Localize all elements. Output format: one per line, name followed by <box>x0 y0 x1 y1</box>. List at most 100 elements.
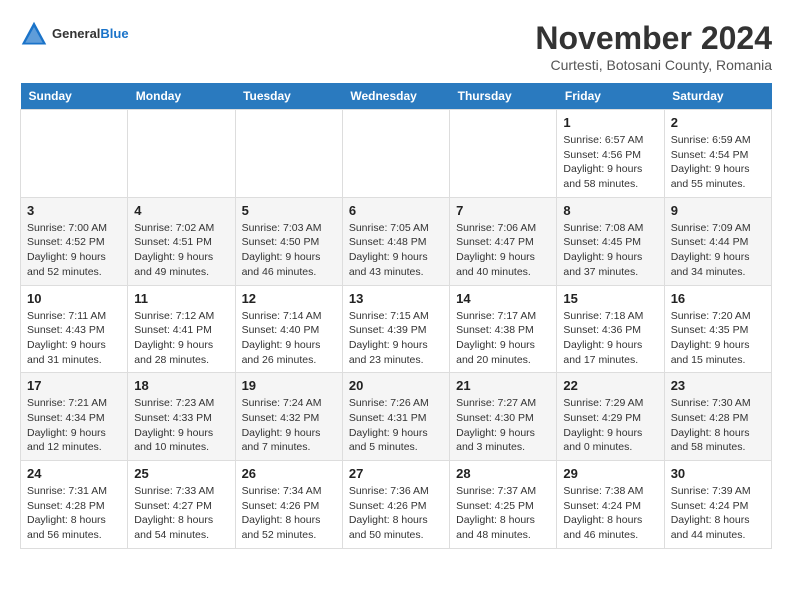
weekday-header: Sunday <box>21 83 128 110</box>
cell-date-number: 11 <box>134 291 228 306</box>
calendar-cell: 20 Sunrise: 7:26 AM Sunset: 4:31 PM Dayli… <box>342 373 449 461</box>
calendar-cell: 11 Sunrise: 7:12 AM Sunset: 4:41 PM Dayli… <box>128 285 235 373</box>
cell-day-info: Sunrise: 7:17 AM Sunset: 4:38 PM Dayligh… <box>456 309 550 368</box>
weekday-header: Thursday <box>450 83 557 110</box>
cell-date-number: 25 <box>134 466 228 481</box>
calendar-cell: 2Sunrise: 6:59 AM Sunset: 4:54 PM Daylig… <box>664 110 771 198</box>
calendar-cell <box>21 110 128 198</box>
cell-date-number: 30 <box>671 466 765 481</box>
cell-day-info: Sunrise: 7:38 AM Sunset: 4:24 PM Dayligh… <box>563 484 657 543</box>
calendar-cell <box>235 110 342 198</box>
cell-day-info: Sunrise: 7:06 AM Sunset: 4:47 PM Dayligh… <box>456 221 550 280</box>
cell-date-number: 3 <box>27 203 121 218</box>
calendar-cell <box>128 110 235 198</box>
calendar-week-row: 24 Sunrise: 7:31 AM Sunset: 4:28 PM Dayli… <box>21 461 772 549</box>
cell-date-number: 8 <box>563 203 657 218</box>
cell-day-info: Sunrise: 7:37 AM Sunset: 4:25 PM Dayligh… <box>456 484 550 543</box>
cell-date-number: 9 <box>671 203 765 218</box>
calendar-cell: 27 Sunrise: 7:36 AM Sunset: 4:26 PM Dayli… <box>342 461 449 549</box>
page-header: GeneralBlue November 2024 Curtesti, Boto… <box>20 20 772 73</box>
cell-day-info: Sunrise: 7:15 AM Sunset: 4:39 PM Dayligh… <box>349 309 443 368</box>
cell-date-number: 29 <box>563 466 657 481</box>
title-section: November 2024 Curtesti, Botosani County,… <box>535 20 772 73</box>
month-title: November 2024 <box>535 20 772 57</box>
calendar-header-row: SundayMondayTuesdayWednesdayThursdayFrid… <box>21 83 772 110</box>
cell-day-info: Sunrise: 7:36 AM Sunset: 4:26 PM Dayligh… <box>349 484 443 543</box>
calendar-cell: 19 Sunrise: 7:24 AM Sunset: 4:32 PM Dayli… <box>235 373 342 461</box>
calendar-cell: 9 Sunrise: 7:09 AM Sunset: 4:44 PM Daylig… <box>664 197 771 285</box>
cell-date-number: 2 <box>671 115 765 130</box>
cell-date-number: 16 <box>671 291 765 306</box>
cell-day-info: Sunrise: 7:12 AM Sunset: 4:41 PM Dayligh… <box>134 309 228 368</box>
calendar-cell: 23Sunrise: 7:30 AM Sunset: 4:28 PM Dayli… <box>664 373 771 461</box>
cell-day-info: Sunrise: 7:02 AM Sunset: 4:51 PM Dayligh… <box>134 221 228 280</box>
cell-date-number: 22 <box>563 378 657 393</box>
weekday-header: Monday <box>128 83 235 110</box>
location-subtitle: Curtesti, Botosani County, Romania <box>535 57 772 73</box>
calendar-cell: 12 Sunrise: 7:14 AM Sunset: 4:40 PM Dayli… <box>235 285 342 373</box>
cell-day-info: Sunrise: 7:21 AM Sunset: 4:34 PM Dayligh… <box>27 396 121 455</box>
cell-day-info: Sunrise: 7:09 AM Sunset: 4:44 PM Dayligh… <box>671 221 765 280</box>
cell-date-number: 14 <box>456 291 550 306</box>
cell-day-info: Sunrise: 7:23 AM Sunset: 4:33 PM Dayligh… <box>134 396 228 455</box>
cell-date-number: 4 <box>134 203 228 218</box>
cell-date-number: 20 <box>349 378 443 393</box>
cell-date-number: 28 <box>456 466 550 481</box>
cell-day-info: Sunrise: 7:08 AM Sunset: 4:45 PM Dayligh… <box>563 221 657 280</box>
calendar-cell: 16 Sunrise: 7:20 AM Sunset: 4:35 PM Dayli… <box>664 285 771 373</box>
cell-day-info: Sunrise: 7:05 AM Sunset: 4:48 PM Dayligh… <box>349 221 443 280</box>
cell-day-info: Sunrise: 7:29 AM Sunset: 4:29 PM Dayligh… <box>563 396 657 455</box>
calendar-cell: 13Sunrise: 7:15 AM Sunset: 4:39 PM Dayli… <box>342 285 449 373</box>
cell-date-number: 19 <box>242 378 336 393</box>
cell-date-number: 24 <box>27 466 121 481</box>
calendar-cell: 17 Sunrise: 7:21 AM Sunset: 4:34 PM Dayli… <box>21 373 128 461</box>
calendar-cell: 8 Sunrise: 7:08 AM Sunset: 4:45 PM Daylig… <box>557 197 664 285</box>
cell-date-number: 7 <box>456 203 550 218</box>
logo-general: General <box>52 26 100 41</box>
calendar-cell: 15 Sunrise: 7:18 AM Sunset: 4:36 PM Dayli… <box>557 285 664 373</box>
cell-date-number: 10 <box>27 291 121 306</box>
logo-icon <box>20 20 48 48</box>
logo: GeneralBlue <box>20 20 129 48</box>
calendar-cell: 10 Sunrise: 7:11 AM Sunset: 4:43 PM Dayli… <box>21 285 128 373</box>
cell-day-info: Sunrise: 7:18 AM Sunset: 4:36 PM Dayligh… <box>563 309 657 368</box>
cell-date-number: 12 <box>242 291 336 306</box>
calendar-week-row: 3Sunrise: 7:00 AM Sunset: 4:52 PM Daylig… <box>21 197 772 285</box>
calendar-cell: 5 Sunrise: 7:03 AM Sunset: 4:50 PM Daylig… <box>235 197 342 285</box>
cell-date-number: 18 <box>134 378 228 393</box>
calendar-cell: 28 Sunrise: 7:37 AM Sunset: 4:25 PM Dayli… <box>450 461 557 549</box>
cell-day-info: Sunrise: 7:24 AM Sunset: 4:32 PM Dayligh… <box>242 396 336 455</box>
calendar-cell: 18 Sunrise: 7:23 AM Sunset: 4:33 PM Dayli… <box>128 373 235 461</box>
weekday-header: Tuesday <box>235 83 342 110</box>
calendar-cell: 3Sunrise: 7:00 AM Sunset: 4:52 PM Daylig… <box>21 197 128 285</box>
calendar-cell: 24 Sunrise: 7:31 AM Sunset: 4:28 PM Dayli… <box>21 461 128 549</box>
cell-day-info: Sunrise: 7:11 AM Sunset: 4:43 PM Dayligh… <box>27 309 121 368</box>
cell-day-info: Sunrise: 7:14 AM Sunset: 4:40 PM Dayligh… <box>242 309 336 368</box>
cell-day-info: Sunrise: 7:39 AM Sunset: 4:24 PM Dayligh… <box>671 484 765 543</box>
cell-date-number: 27 <box>349 466 443 481</box>
cell-date-number: 15 <box>563 291 657 306</box>
calendar-cell: 4 Sunrise: 7:02 AM Sunset: 4:51 PM Daylig… <box>128 197 235 285</box>
weekday-header: Friday <box>557 83 664 110</box>
weekday-header: Wednesday <box>342 83 449 110</box>
weekday-header: Saturday <box>664 83 771 110</box>
cell-day-info: Sunrise: 7:20 AM Sunset: 4:35 PM Dayligh… <box>671 309 765 368</box>
calendar-cell <box>342 110 449 198</box>
cell-day-info: Sunrise: 7:34 AM Sunset: 4:26 PM Dayligh… <box>242 484 336 543</box>
logo-blue: Blue <box>100 26 128 41</box>
cell-day-info: Sunrise: 7:03 AM Sunset: 4:50 PM Dayligh… <box>242 221 336 280</box>
calendar-cell: 26Sunrise: 7:34 AM Sunset: 4:26 PM Dayli… <box>235 461 342 549</box>
calendar-cell: 22 Sunrise: 7:29 AM Sunset: 4:29 PM Dayli… <box>557 373 664 461</box>
cell-date-number: 17 <box>27 378 121 393</box>
cell-day-info: Sunrise: 7:30 AM Sunset: 4:28 PM Dayligh… <box>671 396 765 455</box>
cell-day-info: Sunrise: 7:26 AM Sunset: 4:31 PM Dayligh… <box>349 396 443 455</box>
calendar-cell: 1Sunrise: 6:57 AM Sunset: 4:56 PM Daylig… <box>557 110 664 198</box>
cell-day-info: Sunrise: 7:31 AM Sunset: 4:28 PM Dayligh… <box>27 484 121 543</box>
cell-day-info: Sunrise: 7:33 AM Sunset: 4:27 PM Dayligh… <box>134 484 228 543</box>
cell-date-number: 21 <box>456 378 550 393</box>
calendar-cell: 7 Sunrise: 7:06 AM Sunset: 4:47 PM Daylig… <box>450 197 557 285</box>
cell-date-number: 5 <box>242 203 336 218</box>
calendar-cell <box>450 110 557 198</box>
calendar-cell: 25 Sunrise: 7:33 AM Sunset: 4:27 PM Dayli… <box>128 461 235 549</box>
calendar-table: SundayMondayTuesdayWednesdayThursdayFrid… <box>20 83 772 549</box>
